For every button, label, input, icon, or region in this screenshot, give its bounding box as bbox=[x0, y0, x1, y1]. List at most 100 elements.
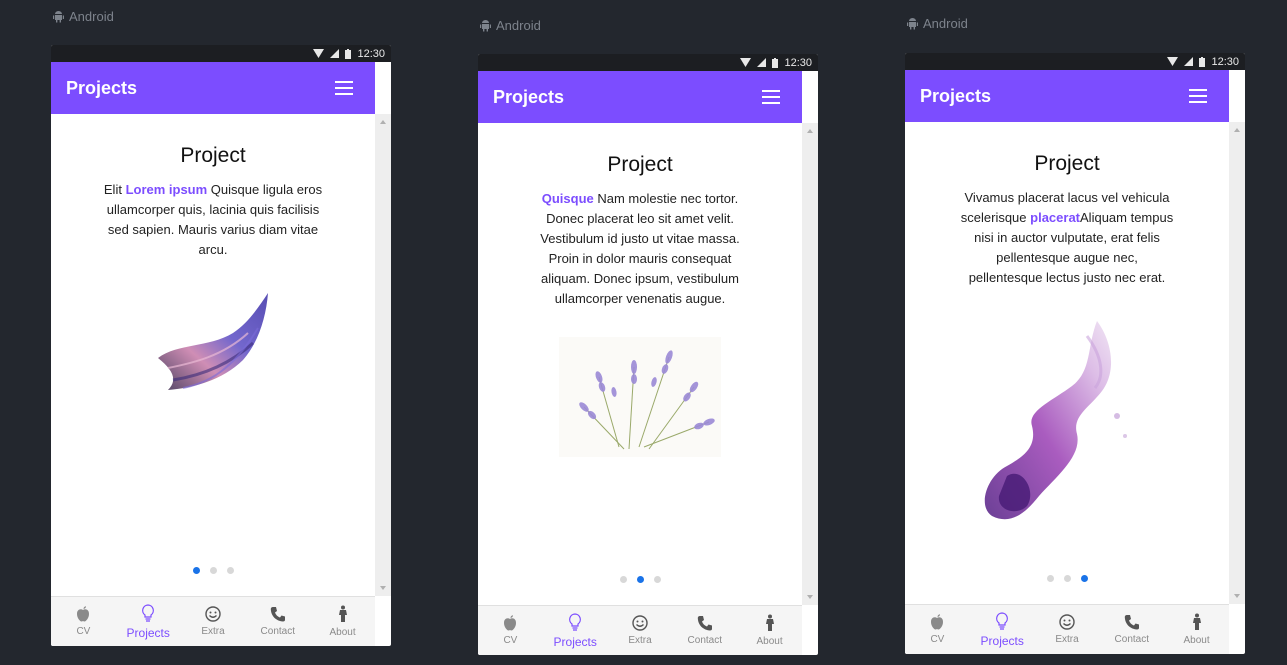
nav-item-projects[interactable]: Projects bbox=[970, 605, 1035, 654]
project-title: Project bbox=[1034, 152, 1100, 175]
android-label-text: Android bbox=[923, 16, 968, 31]
nav-item-about[interactable]: About bbox=[310, 597, 375, 646]
page-dot-3[interactable] bbox=[226, 567, 234, 574]
page-dot-1[interactable] bbox=[1046, 575, 1054, 582]
android-icon bbox=[53, 10, 64, 22]
wifi-icon bbox=[740, 58, 752, 67]
android-label-text: Android bbox=[69, 9, 114, 24]
project-description: Quisque Nam molestie nec tortor. Donec p… bbox=[540, 191, 740, 306]
android-label-2: Android bbox=[479, 18, 541, 33]
nav-item-contact[interactable]: Contact bbox=[672, 606, 737, 655]
project-title: Project bbox=[180, 144, 246, 167]
battery-icon bbox=[345, 48, 352, 59]
nav-label: Contact bbox=[260, 626, 296, 637]
lightbulb-icon bbox=[996, 611, 1009, 630]
nav-label: Contact bbox=[687, 635, 723, 646]
bottom-nav: CV Projects Extra Contact About bbox=[905, 604, 1229, 654]
scrollbar[interactable] bbox=[1229, 122, 1245, 604]
nav-label: CV bbox=[76, 626, 91, 637]
status-bar: 12:30 bbox=[478, 54, 818, 71]
page-dot-2[interactable] bbox=[636, 576, 644, 583]
device-screen-3: 12:30 Projects Project Vivamus placerat … bbox=[905, 53, 1245, 654]
project-card: Project Vivamus placerat lacus vel vehic… bbox=[905, 122, 1229, 604]
nav-item-cv[interactable]: CV bbox=[905, 605, 970, 654]
status-bar: 12:30 bbox=[905, 53, 1245, 70]
status-time: 12:30 bbox=[784, 56, 812, 69]
status-time: 12:30 bbox=[357, 47, 385, 60]
phone-icon bbox=[697, 616, 712, 631]
hamburger-menu-icon[interactable] bbox=[335, 81, 353, 95]
battery-icon bbox=[772, 57, 779, 68]
nav-label: About bbox=[756, 636, 783, 647]
apple-icon bbox=[77, 606, 90, 622]
person-icon bbox=[1192, 613, 1201, 630]
nav-label: Contact bbox=[1114, 634, 1150, 645]
nav-label: About bbox=[329, 627, 356, 638]
app-title: Projects bbox=[493, 86, 565, 107]
page-indicator[interactable] bbox=[905, 575, 1229, 582]
nav-label: Projects bbox=[980, 633, 1024, 648]
project-description: Elit Lorem ipsum Quisque ligula eros ull… bbox=[103, 182, 323, 257]
app-bar: Projects bbox=[51, 62, 375, 114]
android-icon bbox=[907, 17, 918, 29]
wifi-icon bbox=[313, 49, 325, 58]
signal-icon bbox=[1184, 57, 1194, 66]
lightbulb-icon bbox=[142, 603, 155, 622]
person-icon bbox=[338, 605, 347, 622]
nav-item-projects[interactable]: Projects bbox=[116, 597, 181, 646]
person-icon bbox=[765, 614, 774, 631]
nav-item-projects[interactable]: Projects bbox=[543, 606, 608, 655]
app-title: Projects bbox=[920, 85, 992, 106]
page-dot-1[interactable] bbox=[619, 576, 627, 583]
smiley-icon bbox=[632, 615, 648, 631]
nav-item-about[interactable]: About bbox=[1164, 605, 1229, 654]
hamburger-menu-icon[interactable] bbox=[762, 90, 780, 104]
nav-item-about[interactable]: About bbox=[737, 606, 802, 655]
nav-item-contact[interactable]: Contact bbox=[1099, 605, 1164, 654]
apple-icon bbox=[931, 614, 944, 630]
nav-item-cv[interactable]: CV bbox=[478, 606, 543, 655]
description-highlight: Lorem ipsum bbox=[125, 182, 208, 197]
nav-item-extra[interactable]: Extra bbox=[1035, 605, 1100, 654]
apple-icon bbox=[504, 615, 517, 631]
description-highlight: placerat bbox=[1030, 210, 1081, 225]
project-description: Vivamus placerat lacus vel vehicula scel… bbox=[960, 190, 1174, 285]
description-highlight: Quisque bbox=[541, 191, 594, 206]
smiley-icon bbox=[1059, 614, 1075, 630]
nav-label: CV bbox=[930, 634, 945, 645]
page-dot-2[interactable] bbox=[1063, 575, 1071, 582]
page-dot-2[interactable] bbox=[209, 567, 217, 574]
battery-icon bbox=[1199, 56, 1206, 67]
project-image-watercolor bbox=[984, 321, 1127, 520]
page-indicator[interactable] bbox=[51, 567, 375, 574]
page-dot-3[interactable] bbox=[653, 576, 661, 583]
nav-item-contact[interactable]: Contact bbox=[245, 597, 310, 646]
project-title: Project bbox=[607, 153, 673, 176]
nav-label: Extra bbox=[1055, 634, 1079, 645]
bottom-nav: CV Projects Extra Contact About bbox=[478, 605, 802, 655]
nav-label: CV bbox=[503, 635, 518, 646]
bottom-nav: CV Projects Extra Contact About bbox=[51, 596, 375, 646]
project-card: Project Quisque Nam molestie nec tortor.… bbox=[478, 123, 802, 605]
smiley-icon bbox=[205, 606, 221, 622]
hamburger-menu-icon[interactable] bbox=[1189, 89, 1207, 103]
page-indicator[interactable] bbox=[478, 576, 802, 583]
android-label-3: Android bbox=[906, 16, 968, 31]
page-dot-3[interactable] bbox=[1080, 575, 1088, 582]
nav-item-extra[interactable]: Extra bbox=[181, 597, 246, 646]
android-label-text: Android bbox=[496, 18, 541, 33]
page-dot-1[interactable] bbox=[192, 567, 200, 574]
android-label-1: Android bbox=[52, 9, 114, 24]
status-bar: 12:30 bbox=[51, 45, 391, 62]
project-image-lavender bbox=[559, 337, 721, 457]
nav-label: Projects bbox=[126, 625, 170, 640]
nav-item-extra[interactable]: Extra bbox=[608, 606, 673, 655]
signal-icon bbox=[757, 58, 767, 67]
phone-icon bbox=[1124, 615, 1139, 630]
scrollbar[interactable] bbox=[802, 123, 818, 605]
nav-label: Extra bbox=[201, 626, 225, 637]
project-image-feather bbox=[158, 293, 268, 390]
app-bar: Projects bbox=[905, 70, 1229, 122]
scrollbar[interactable] bbox=[375, 114, 391, 596]
nav-item-cv[interactable]: CV bbox=[51, 597, 116, 646]
